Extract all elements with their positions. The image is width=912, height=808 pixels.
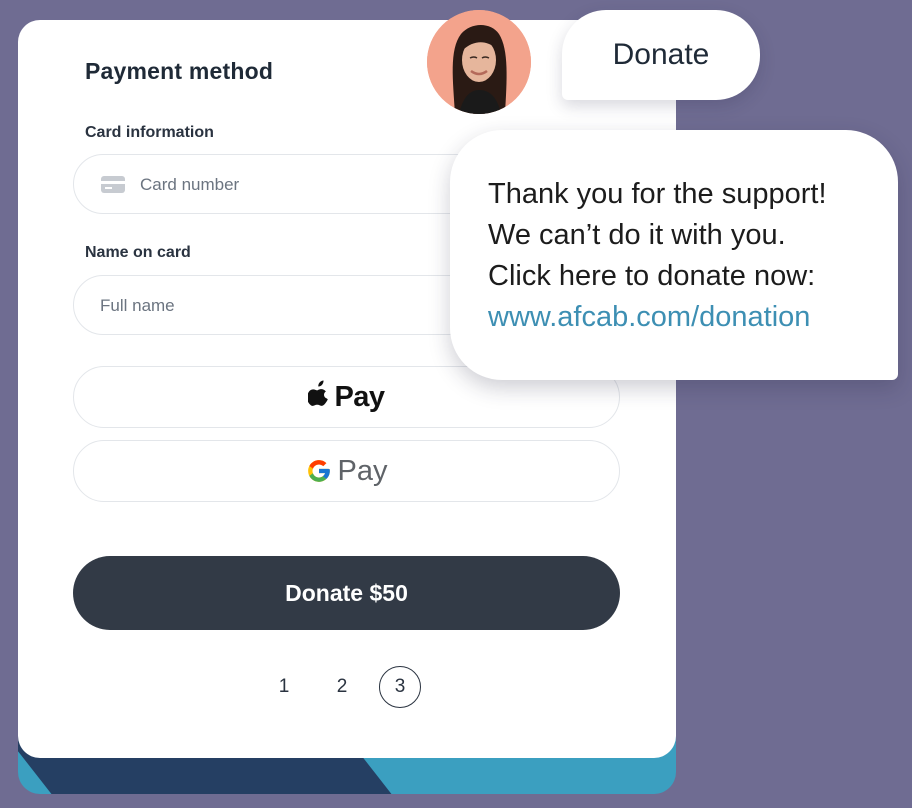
thank-you-chat-bubble: Thank you for the support! We can’t do i…: [450, 130, 898, 380]
message-line-2: We can’t do it with you.: [488, 219, 786, 251]
card-icon: [101, 176, 125, 193]
name-on-card-label: Name on card: [85, 244, 191, 261]
message-line-3: Click here to donate now:: [488, 260, 816, 292]
donation-link[interactable]: www.afcab.com/donation: [488, 297, 898, 338]
message-line-1: Thank you for the support!: [488, 178, 827, 210]
apple-logo-icon: [307, 379, 330, 411]
page-3-active[interactable]: 3: [379, 666, 421, 708]
apple-pay-label: Pay: [334, 380, 385, 413]
payment-method-title: Payment method: [85, 58, 274, 84]
donate-chat-bubble: Donate: [562, 10, 760, 100]
avatar: [427, 10, 531, 114]
google-pay-label: Pay: [337, 454, 388, 487]
card-information-label: Card information: [85, 124, 214, 141]
page-2[interactable]: 2: [321, 666, 363, 708]
google-pay-button[interactable]: Pay: [73, 440, 620, 502]
page-1[interactable]: 1: [263, 666, 305, 708]
full-name-placeholder: Full name: [100, 296, 175, 315]
google-g-icon: [306, 458, 332, 484]
pagination: 1 2 3: [263, 666, 443, 710]
card-number-placeholder: Card number: [140, 175, 240, 194]
donate-50-button[interactable]: Donate $50: [73, 556, 620, 630]
